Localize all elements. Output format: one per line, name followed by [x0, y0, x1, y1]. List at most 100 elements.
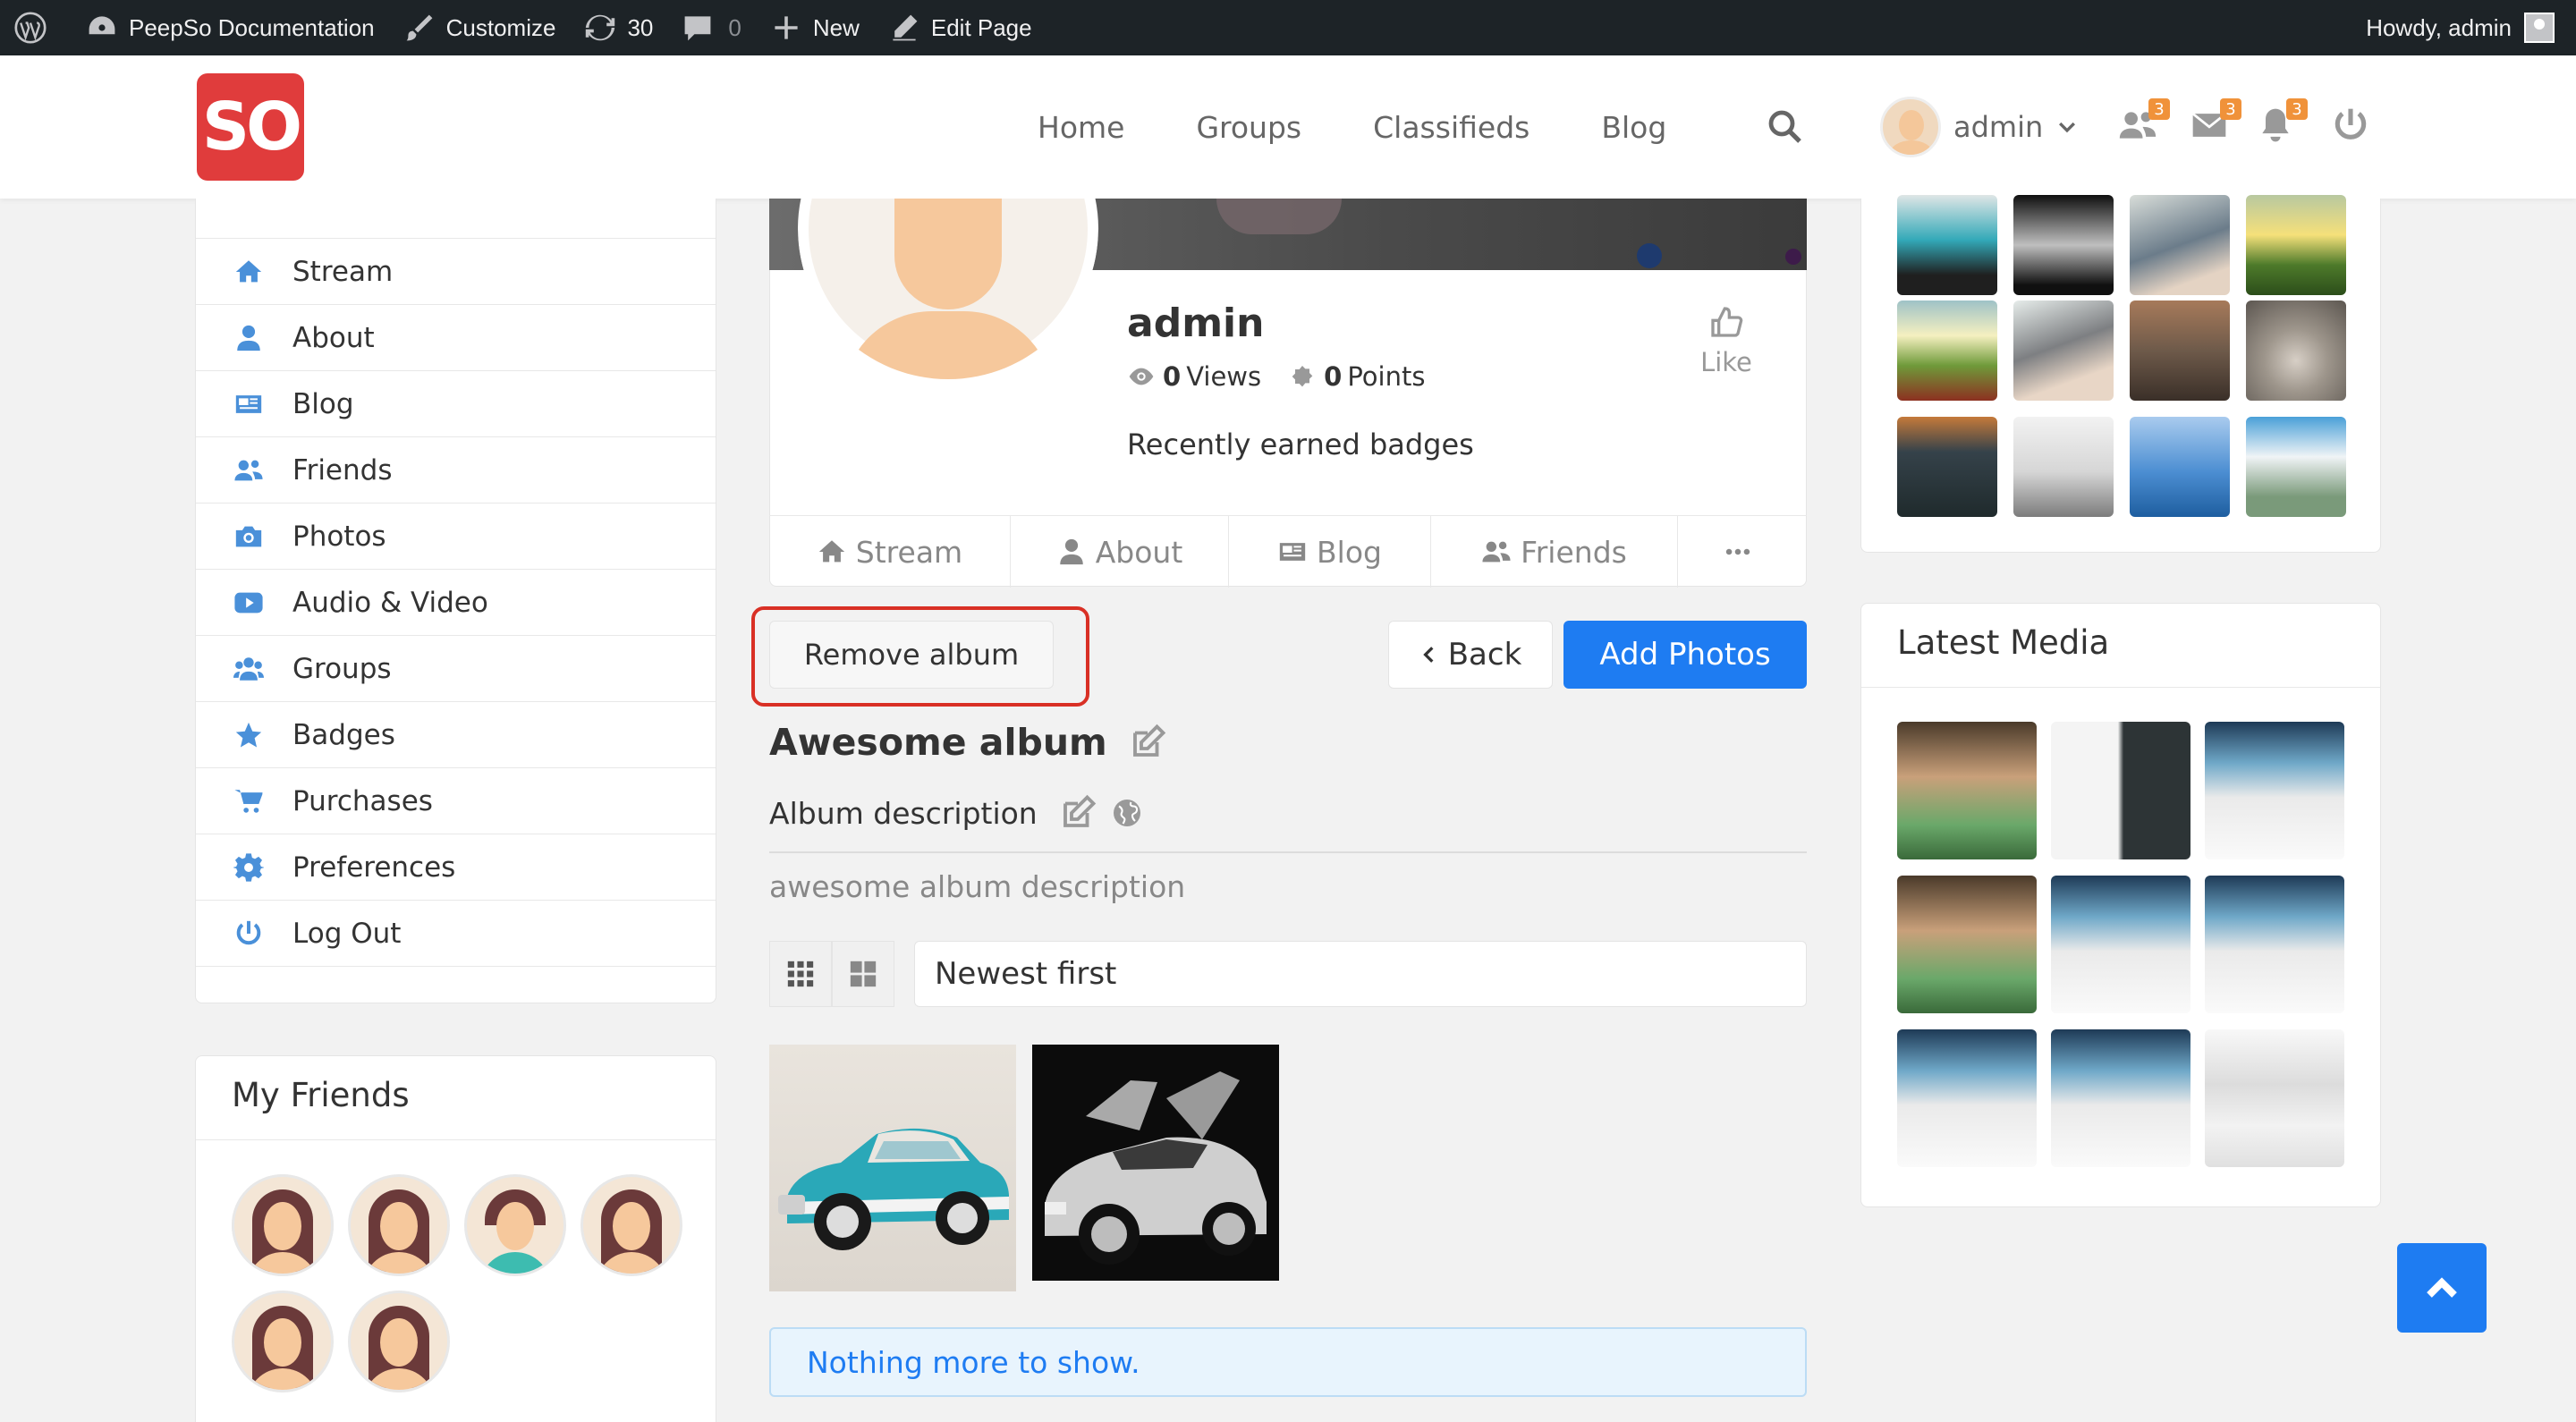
tab-blog[interactable]: Blog: [1229, 516, 1431, 588]
sort-order-select[interactable]: Newest first: [914, 941, 1807, 1007]
site-name-link[interactable]: PeepSo Documentation: [72, 0, 389, 55]
comments-link[interactable]: 0: [667, 0, 755, 55]
latest-media-widget: Latest Media: [1860, 603, 2381, 1207]
updates-link[interactable]: 30: [570, 0, 667, 55]
profile-name[interactable]: admin: [1127, 300, 1264, 346]
remove-album-button[interactable]: Remove album: [769, 621, 1054, 689]
small-grid-button[interactable]: [769, 941, 832, 1007]
nav-home[interactable]: Home: [1038, 110, 1124, 145]
star-icon: [235, 722, 262, 747]
friend-avatar[interactable]: [232, 1174, 334, 1276]
album-description-header: Album description: [769, 794, 1143, 832]
photo-thumbnail[interactable]: [2013, 417, 2114, 517]
photo-thumbnail[interactable]: [1897, 195, 1997, 295]
user-menu[interactable]: admin: [1880, 97, 2079, 157]
messages-button[interactable]: 3: [2190, 98, 2241, 150]
back-button[interactable]: Back: [1388, 621, 1553, 689]
album-title-text: Awesome album: [769, 721, 1107, 764]
nav-classifieds[interactable]: Classifieds: [1373, 110, 1530, 145]
friend-requests-button[interactable]: 3: [2118, 98, 2170, 150]
edit-page-link[interactable]: Edit Page: [874, 0, 1046, 55]
sidebar-item-groups[interactable]: Groups: [196, 636, 716, 702]
wordpress-logo-button[interactable]: [0, 0, 72, 55]
media-thumbnail[interactable]: [2051, 876, 2190, 1013]
sidebar-item-label: Preferences: [292, 851, 456, 884]
sidebar-item-friends[interactable]: Friends: [196, 437, 716, 504]
friend-avatar[interactable]: [348, 1174, 450, 1276]
photo-thumbnail[interactable]: [2013, 300, 2114, 401]
photo-thumbnail[interactable]: [2013, 195, 2114, 295]
camera-icon: [235, 526, 262, 546]
photo-thumbnail[interactable]: [2130, 195, 2230, 295]
sidebar-item-badges[interactable]: Badges: [196, 702, 716, 768]
play-icon: [234, 592, 263, 613]
sidebar-item-label: Audio & Video: [292, 586, 488, 619]
media-thumbnail[interactable]: [2051, 1029, 2190, 1167]
howdy-label: Howdy, admin: [2366, 13, 2512, 41]
tab-label: Friends: [1521, 534, 1627, 570]
sidebar-item-preferences[interactable]: Preferences: [196, 834, 716, 901]
edit-description-icon[interactable]: [1059, 794, 1097, 832]
media-thumbnail[interactable]: [1897, 1029, 2037, 1167]
nav-blog[interactable]: Blog: [1601, 110, 1666, 145]
friend-avatar[interactable]: [464, 1174, 566, 1276]
sidebar-item-purchases[interactable]: Purchases: [196, 768, 716, 834]
photo-thumbnail[interactable]: [2130, 300, 2230, 401]
sidebar-item-photos[interactable]: Photos: [196, 504, 716, 570]
plus-icon: [775, 16, 798, 39]
scroll-to-top-button[interactable]: [2397, 1243, 2487, 1333]
media-thumbnail[interactable]: [1897, 722, 2037, 859]
recently-earned-badges: Recently earned badges: [1127, 427, 1474, 461]
friend-avatar[interactable]: [580, 1174, 682, 1276]
nav-groups[interactable]: Groups: [1196, 110, 1301, 145]
add-photos-button[interactable]: Add Photos: [1563, 621, 1807, 689]
customize-label: Customize: [445, 13, 556, 41]
media-thumbnail[interactable]: [1897, 876, 2037, 1013]
friend-avatar[interactable]: [232, 1291, 334, 1392]
sidebar-item-label: Friends: [292, 453, 393, 487]
photo-thumbnail[interactable]: [2130, 417, 2230, 517]
home-icon: [818, 540, 844, 563]
tab-about[interactable]: About: [1011, 516, 1229, 588]
large-grid-button[interactable]: [832, 941, 894, 1007]
sidebar-item-blog[interactable]: Blog: [196, 371, 716, 437]
album-title: Awesome album: [769, 721, 1166, 764]
sidebar-item-label: Photos: [292, 520, 386, 553]
media-thumbnail[interactable]: [2051, 722, 2190, 859]
refresh-icon: [586, 14, 615, 41]
tab-stream[interactable]: Stream: [769, 516, 1011, 588]
tab-friends[interactable]: Friends: [1431, 516, 1678, 588]
logout-button[interactable]: [2331, 106, 2376, 150]
sidebar-item-stream[interactable]: Stream: [196, 239, 716, 305]
power-icon: [236, 920, 261, 944]
photo-thumbnail[interactable]: [2246, 195, 2346, 295]
album-photo[interactable]: [1032, 1045, 1279, 1281]
grid-small-icon: [787, 961, 814, 987]
notifications-button[interactable]: 3: [2256, 98, 2308, 150]
sidebar-item-logout[interactable]: Log Out: [196, 901, 716, 967]
home-icon: [235, 259, 262, 282]
customize-link[interactable]: Customize: [389, 0, 571, 55]
edit-title-icon[interactable]: [1129, 724, 1166, 761]
friend-avatar[interactable]: [348, 1291, 450, 1392]
photo-thumbnail[interactable]: [2246, 300, 2346, 401]
sidebar-item-label: Blog: [292, 387, 354, 420]
site-logo[interactable]: SO: [197, 73, 304, 181]
globe-icon[interactable]: [1111, 797, 1143, 829]
users-icon: [234, 460, 263, 480]
media-thumbnail[interactable]: [2205, 876, 2344, 1013]
like-button[interactable]: Like: [1698, 304, 1755, 377]
media-thumbnail[interactable]: [2205, 1029, 2344, 1167]
album-photo[interactable]: [769, 1045, 1016, 1291]
car-photo-image: [778, 1128, 1009, 1250]
photo-thumbnail[interactable]: [1897, 300, 1997, 401]
sidebar-item-about[interactable]: About: [196, 305, 716, 371]
account-menu[interactable]: Howdy, admin: [2366, 13, 2576, 43]
photo-thumbnail[interactable]: [2246, 417, 2346, 517]
tab-more[interactable]: [1678, 516, 1807, 588]
sidebar-item-audio-video[interactable]: Audio & Video: [196, 570, 716, 636]
search-icon[interactable]: [1767, 109, 1803, 145]
new-content-link[interactable]: New: [756, 0, 874, 55]
media-thumbnail[interactable]: [2205, 722, 2344, 859]
photo-thumbnail[interactable]: [1897, 417, 1997, 517]
